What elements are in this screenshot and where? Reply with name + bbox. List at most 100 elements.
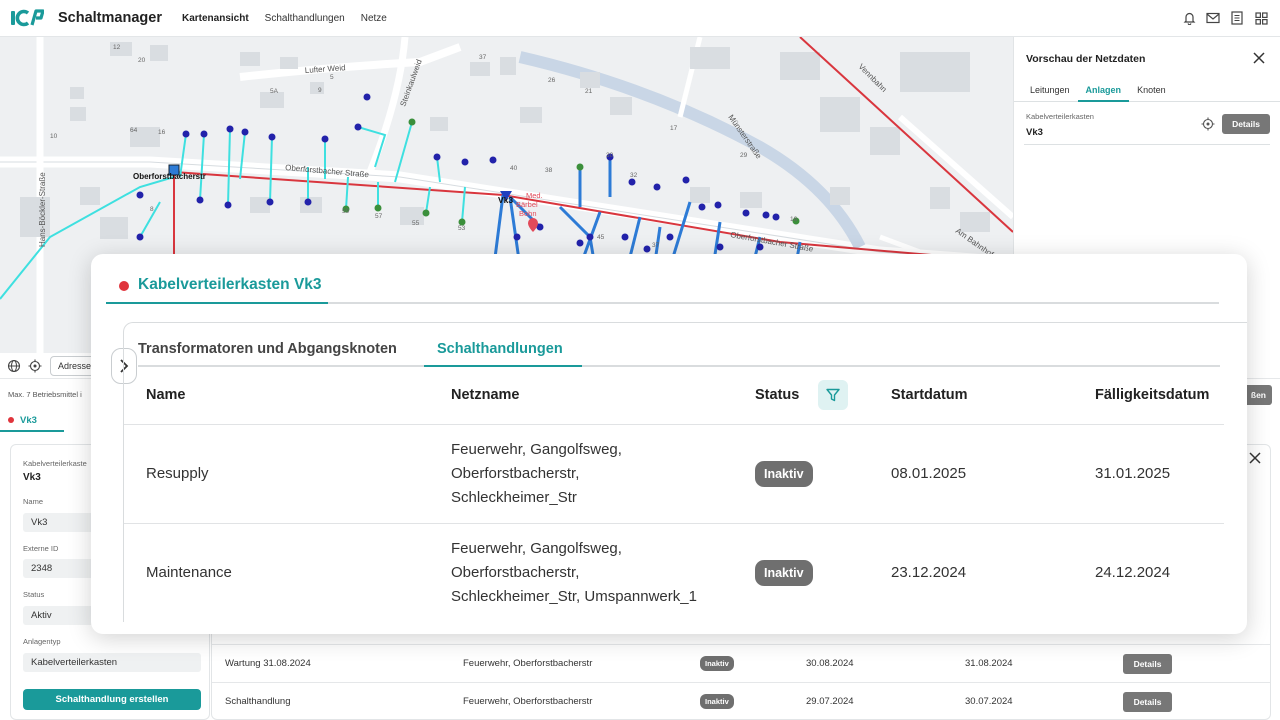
tab-knoten[interactable]: Knoten [1129, 83, 1174, 102]
filter-button[interactable] [818, 380, 848, 410]
modal-tabs: Transformatoren und Abgangsknoten Schalt… [138, 339, 1220, 367]
svg-text:5: 5 [330, 74, 334, 81]
tab-transformatoren[interactable]: Transformatoren und Abgangsknoten [138, 341, 397, 357]
row-faellig: 31.01.2025 [1095, 465, 1171, 482]
tab-vk3[interactable]: Vk3 [0, 408, 64, 432]
list-icon[interactable] [1230, 10, 1244, 26]
svg-text:9: 9 [318, 87, 322, 94]
netz-line: Feuerwehr, Gangolfsweg, [451, 441, 622, 458]
row-start: 30.08.2024 [806, 658, 854, 669]
svg-text:64: 64 [130, 127, 138, 134]
divider [1024, 144, 1270, 145]
svg-text:5A: 5A [270, 88, 279, 95]
svg-text:21: 21 [585, 88, 593, 95]
tab-schalthandlungen[interactable]: Schalthandlungen [437, 341, 563, 357]
preview-tabs: Leitungen Anlagen Knoten [1014, 83, 1280, 102]
details-button[interactable]: Details [1123, 692, 1172, 712]
svg-text:8: 8 [150, 206, 154, 213]
divider [124, 523, 1224, 524]
svg-text:32: 32 [630, 172, 638, 179]
table-row[interactable]: Wartung 31.08.2024 Feuerwehr, Oberforstb… [212, 644, 1270, 682]
svg-text:16: 16 [790, 216, 798, 223]
svg-text:40: 40 [510, 165, 518, 172]
svg-text:37: 37 [652, 242, 660, 249]
nav-schalthandlungen[interactable]: Schalthandlungen [265, 13, 345, 24]
col-netzname: Netzname [451, 387, 520, 403]
active-tab-underline [424, 365, 582, 367]
top-bar: Schaltmanager Kartenansicht Schalthandlu… [0, 0, 1280, 37]
svg-text:38: 38 [545, 167, 553, 174]
preview-details-button[interactable]: Details [1222, 114, 1270, 134]
svg-text:Vennbahn: Vennbahn [857, 62, 889, 94]
extid-label: Externe ID [23, 544, 59, 553]
svg-text:26: 26 [548, 77, 556, 84]
type-value: Vk3 [23, 472, 41, 483]
col-name: Name [146, 387, 186, 403]
info-text: Max. 7 Betriebsmittel i [8, 390, 82, 399]
grid-icon[interactable] [1254, 10, 1268, 26]
locate-icon[interactable] [1201, 117, 1215, 131]
create-switching-button[interactable]: Schalthandlung erstellen [23, 689, 201, 710]
svg-text:Med.: Med. [526, 191, 543, 200]
locate-icon[interactable] [28, 359, 42, 373]
modal-title[interactable]: Kabelverteilerkasten Vk3 [138, 276, 322, 294]
close-icon[interactable] [1248, 451, 1262, 465]
modal-content: Transformatoren und Abgangsknoten Schalt… [123, 322, 1247, 622]
modal-header: Kabelverteilerkasten Vk3 [106, 272, 1219, 304]
status-badge: Inaktiv [755, 461, 813, 487]
svg-text:20: 20 [138, 57, 146, 64]
netz-line: Oberforstbacherstr, [451, 564, 580, 581]
globe-icon[interactable] [7, 359, 21, 373]
svg-text:16: 16 [158, 129, 166, 136]
row-netz: Feuerwehr, Gangolfsweg, Oberforstbachers… [451, 537, 697, 609]
svg-text:57: 57 [375, 213, 383, 220]
col-faelligkeitsdatum: Fälligkeitsdatum [1095, 387, 1210, 403]
svg-text:Bärbel: Bärbel [516, 200, 538, 209]
svg-text:Bohn: Bohn [519, 209, 537, 218]
netz-line: Schleckheimer_Str, Umspannwerk_1 [451, 588, 697, 605]
poi-pin-icon[interactable] [528, 218, 538, 232]
bell-icon[interactable] [1182, 10, 1196, 26]
row-start: 23.12.2024 [891, 564, 967, 581]
map-label-vk3: Vk3 [498, 195, 513, 205]
row-netz: Feuerwehr, Oberforstbacherstr [463, 658, 593, 669]
details-button[interactable]: Details [1123, 654, 1172, 674]
close-icon[interactable] [1252, 51, 1266, 65]
asset-detail-modal: Kabelverteilerkasten Vk3 Transformatoren… [91, 254, 1247, 634]
name-label: Name [23, 497, 44, 506]
svg-text:53: 53 [458, 225, 466, 232]
svg-text:37: 37 [479, 54, 487, 61]
col-status: Status [755, 387, 800, 403]
divider [124, 424, 1224, 425]
svg-text:45: 45 [597, 234, 605, 241]
mail-icon[interactable] [1206, 10, 1220, 26]
row-name: Wartung 31.08.2024 [225, 658, 311, 669]
anlagentyp-field[interactable]: Kabelverteilerkasten [23, 653, 201, 672]
svg-text:55: 55 [412, 220, 420, 227]
col-startdatum: Startdatum [891, 387, 968, 403]
svg-text:10: 10 [50, 133, 58, 140]
anlagentyp-label: Anlagentyp [23, 637, 61, 646]
status-dot [119, 281, 129, 291]
active-tab-underline [106, 302, 328, 304]
tab-anlagen[interactable]: Anlagen [1077, 83, 1130, 102]
tab-vk3-label: Vk3 [20, 415, 37, 426]
table-row[interactable]: Schalthandlung Feuerwehr, Oberforstbache… [212, 682, 1270, 720]
netz-line: Schleckheimer_Str [451, 489, 577, 506]
row-start: 29.07.2024 [806, 696, 854, 707]
svg-text:59: 59 [342, 208, 350, 215]
status-badge: Inaktiv [755, 560, 813, 586]
row-netz: Feuerwehr, Gangolfsweg, Oberforstbachers… [451, 438, 622, 510]
svg-text:30: 30 [606, 152, 614, 159]
nav-kartenansicht[interactable]: Kartenansicht [182, 13, 249, 24]
logo[interactable] [10, 8, 46, 28]
map-label-oberforstbacherstr: Oberforstbacherstr [133, 172, 206, 181]
filter-icon [826, 388, 840, 402]
nav-netze[interactable]: Netze [361, 13, 387, 24]
netz-line: Oberforstbacherstr, [451, 465, 580, 482]
row-netz: Feuerwehr, Oberforstbacherstr [463, 696, 593, 707]
preview-title: Vorschau der Netzdaten [1026, 53, 1146, 65]
status-badge: Inaktiv [700, 656, 734, 671]
row-name: Maintenance [146, 564, 232, 581]
tab-leitungen[interactable]: Leitungen [1022, 83, 1078, 102]
